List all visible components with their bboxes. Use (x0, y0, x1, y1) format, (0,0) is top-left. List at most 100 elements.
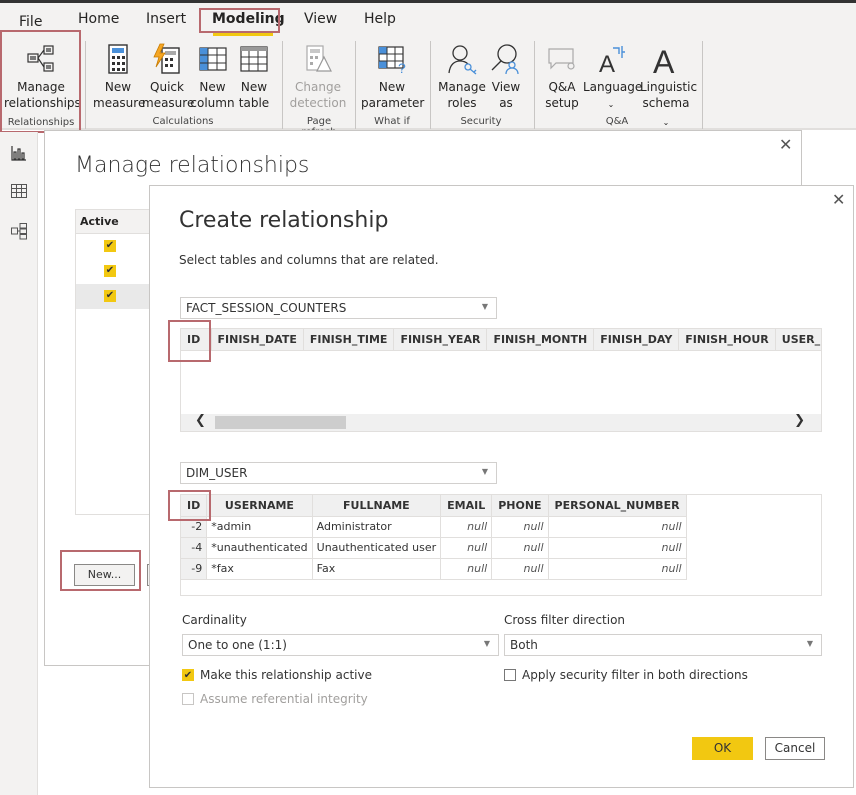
group-separator (355, 41, 356, 129)
chevron-down-icon: ⌄ (607, 100, 615, 109)
qa-setup-label: Q&A setup (545, 80, 579, 110)
new-measure-button[interactable]: New measure (93, 43, 145, 111)
column-header[interactable]: ID (181, 495, 208, 517)
new-column-button[interactable]: New column (190, 43, 235, 111)
new-table-icon (240, 46, 268, 72)
table-cell: null (491, 516, 549, 538)
tab-insert[interactable]: Insert (146, 11, 186, 27)
security-filter-checkbox[interactable] (504, 669, 516, 681)
column-header[interactable]: EMAIL (440, 495, 493, 517)
column-header[interactable]: FINISH_DATE (211, 329, 304, 351)
left-view-rail (0, 132, 38, 795)
group-label-qa: Q&A (605, 116, 629, 127)
scroll-right-icon[interactable]: ❯ (794, 413, 805, 428)
table-cell: null (440, 537, 493, 559)
group-separator (85, 41, 86, 129)
quick-measure-icon (153, 43, 180, 74)
dialog-title: Create relationship (179, 208, 389, 233)
manage-relationships-button[interactable]: Manage relationships (4, 43, 81, 111)
cardinality-value: One to one (1:1) (188, 638, 287, 652)
table-row[interactable]: ✔ (76, 284, 154, 309)
table-cell: Fax (312, 558, 442, 580)
referential-integrity-checkbox[interactable] (182, 693, 194, 705)
change-detection-button[interactable]: Change detection (288, 43, 348, 111)
horizontal-scrollbar[interactable]: ❮ ❯ (181, 413, 821, 431)
column-header[interactable]: USER_ID (775, 329, 821, 351)
table-row: -9 *fax Fax null null null (181, 558, 687, 580)
table1-select[interactable]: FACT_SESSION_COUNTERS ▼ (180, 297, 497, 319)
ribbon: File Home Insert Modeling View Help Mana… (0, 3, 856, 138)
column-header[interactable]: PERSONAL_NUMBER (548, 495, 687, 517)
report-view-icon[interactable] (10, 144, 28, 162)
group-label-security: Security (460, 116, 502, 127)
dropdown-arrow-icon: ▼ (481, 302, 488, 311)
new-table-label: New table (238, 80, 270, 110)
ok-button[interactable]: OK (692, 737, 753, 760)
table2-select[interactable]: DIM_USER ▼ (180, 462, 497, 484)
view-as-button[interactable]: View as (488, 43, 524, 111)
new-column-label: New column (190, 80, 235, 110)
dropdown-arrow-icon: ▼ (483, 639, 490, 648)
active-checkbox[interactable]: ✔ (104, 290, 116, 302)
group-label-relationships: Relationships (7, 117, 75, 128)
linguistic-schema-icon: A (653, 44, 675, 75)
scroll-left-icon[interactable]: ❮ (195, 413, 206, 428)
column-header[interactable]: FINISH_YEAR (393, 329, 488, 351)
svg-text:A: A (653, 44, 675, 75)
security-filter-label: Apply security filter in both directions (522, 668, 748, 682)
table-cell: -2 (181, 516, 208, 538)
column-header[interactable]: FINISH_MONTH (486, 329, 595, 351)
table-row[interactable]: ✔ (76, 234, 154, 259)
active-checkbox[interactable]: ✔ (104, 240, 116, 252)
column-header[interactable]: ID (181, 329, 212, 351)
table-cell: *admin (206, 516, 313, 538)
group-separator (534, 41, 535, 129)
column-header[interactable]: FINISH_DAY (593, 329, 680, 351)
new-table-button[interactable]: New table (236, 43, 272, 111)
table1-select-value: FACT_SESSION_COUNTERS (186, 301, 347, 315)
tab-view[interactable]: View (304, 11, 337, 27)
data-view-icon[interactable] (10, 182, 28, 200)
close-icon[interactable]: ✕ (832, 190, 845, 209)
table-row: -4 *unauthenticated Unauthenticated user nu… (181, 537, 687, 559)
column-header[interactable]: FINISH_TIME (303, 329, 395, 351)
tab-home[interactable]: Home (78, 11, 119, 27)
cross-filter-value: Both (510, 638, 538, 652)
table-row[interactable]: ✔ (76, 259, 154, 284)
column-header[interactable]: USERNAME (206, 495, 313, 517)
language-label: Language (583, 80, 643, 94)
new-parameter-label: New parameter (361, 80, 425, 110)
manage-roles-button[interactable]: Manage roles (437, 43, 487, 111)
table-cell: null (440, 558, 493, 580)
column-header[interactable]: FINISH_HOUR (678, 329, 776, 351)
column-header[interactable]: FULLNAME (312, 495, 442, 517)
scroll-thumb[interactable] (215, 416, 346, 429)
close-icon[interactable]: ✕ (779, 135, 792, 154)
column-header[interactable]: PHONE (491, 495, 549, 517)
active-checkbox[interactable]: ✔ (104, 265, 116, 277)
cardinality-select[interactable]: One to one (1:1) ▼ (182, 634, 499, 656)
quick-measure-label: Quick measure (142, 80, 195, 110)
group-separator (430, 41, 431, 129)
cancel-button[interactable]: Cancel (765, 737, 825, 760)
cross-filter-select[interactable]: Both ▼ (504, 634, 822, 656)
tab-modeling[interactable]: Modeling (212, 11, 285, 27)
tab-file[interactable]: File (19, 14, 42, 30)
tab-help[interactable]: Help (364, 11, 396, 27)
make-active-checkbox[interactable]: ✔ (182, 669, 194, 681)
qa-setup-button[interactable]: Q&A setup (542, 43, 582, 111)
table-cell: null (548, 516, 687, 538)
manage-roles-icon (448, 45, 477, 75)
table-cell: Administrator (312, 516, 442, 538)
quick-measure-button[interactable]: Quick measure (142, 43, 195, 111)
new-relationship-button[interactable]: New... (74, 564, 135, 586)
table-cell: null (548, 537, 687, 559)
svg-text:?: ? (398, 60, 406, 75)
group-label-what-if: What if (374, 116, 410, 127)
table-cell: null (548, 558, 687, 580)
new-parameter-button[interactable]: ? New parameter (361, 43, 425, 111)
dropdown-arrow-icon: ▼ (481, 467, 488, 476)
model-view-icon[interactable] (10, 222, 28, 240)
language-icon: A (599, 46, 625, 75)
language-button[interactable]: A Language ⌄ (583, 43, 643, 113)
